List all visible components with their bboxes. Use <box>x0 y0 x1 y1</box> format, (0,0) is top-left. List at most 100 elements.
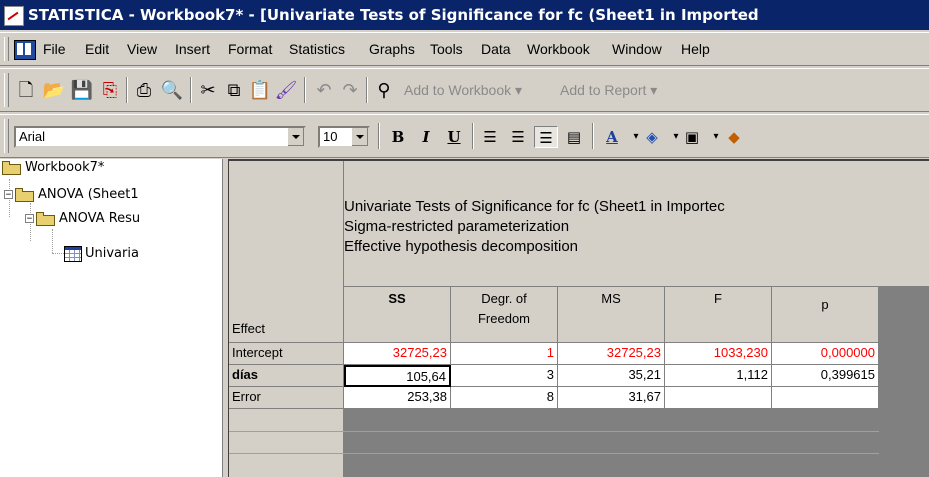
cell-intercept-f[interactable]: 1033,230 <box>665 343 772 365</box>
cell-dias-p[interactable]: 0,399615 <box>772 365 879 387</box>
cell-properties-icon[interactable]: ▤ <box>562 126 586 148</box>
italic-button[interactable]: I <box>414 126 438 148</box>
align-center-icon[interactable]: ☰ <box>506 126 530 148</box>
toolbar-separator <box>304 77 306 103</box>
folder-icon <box>2 160 22 175</box>
menu-data[interactable]: Data <box>481 41 511 57</box>
grid-line <box>344 453 879 454</box>
marking-icon[interactable]: ◆ <box>722 126 746 148</box>
align-left-icon[interactable]: ☰ <box>478 126 502 148</box>
tree-node-label: ANOVA (Sheet1 <box>38 187 139 202</box>
statistica-app-icon[interactable] <box>4 6 24 26</box>
undo-icon[interactable]: ↶ <box>312 78 336 102</box>
sheet-subtitle-parameterization: Sigma-restricted parameterization <box>344 218 570 235</box>
menu-graphs[interactable]: Graphs <box>369 41 415 57</box>
menu-statistics[interactable]: Statistics <box>289 41 345 57</box>
align-right-icon[interactable]: ☰ <box>534 126 558 148</box>
paste-icon[interactable]: 📋 <box>248 78 272 102</box>
row-header-dias[interactable]: días <box>229 365 344 387</box>
row-header-error[interactable]: Error <box>229 387 344 409</box>
font-name-value: Arial <box>19 129 46 144</box>
menu-window[interactable]: Window <box>612 41 662 57</box>
window-title: STATISTICA - Workbook7* - [Univariate Te… <box>28 6 759 24</box>
save-icon[interactable]: 💾 <box>70 78 94 102</box>
empty-cell <box>879 387 929 409</box>
menu-tools[interactable]: Tools <box>430 41 463 57</box>
column-header-p[interactable]: p <box>772 287 879 343</box>
cell-dias-f[interactable]: 1,112 <box>665 365 772 387</box>
column-header-ss[interactable]: SS <box>344 287 451 343</box>
print-preview-icon[interactable]: 🔍 <box>160 78 184 102</box>
print-icon[interactable]: ⎙ <box>132 78 156 102</box>
toolbar-separator <box>592 123 594 149</box>
row-header-intercept[interactable]: Intercept <box>229 343 344 365</box>
bold-button[interactable]: B <box>386 126 410 148</box>
tree-node-workbook[interactable]: Workbook7* <box>2 159 104 177</box>
format-painter-icon[interactable]: 🖌 <box>274 78 298 102</box>
menu-insert[interactable]: Insert <box>175 41 210 57</box>
toolbar-separator <box>366 77 368 103</box>
font-size-value: 10 <box>323 129 338 144</box>
binoculars-find-icon[interactable]: ⚲ <box>372 78 396 102</box>
copy-icon[interactable]: ⧉ <box>222 78 246 102</box>
menubar-grip[interactable] <box>4 37 9 61</box>
menu-edit[interactable]: Edit <box>85 41 109 57</box>
borders-icon[interactable]: ▣ <box>680 126 704 148</box>
cut-icon[interactable]: ✂ <box>196 78 220 102</box>
cell-error-df[interactable]: 8 <box>451 387 558 409</box>
cell-intercept-ss[interactable]: 32725,23 <box>344 343 451 365</box>
cell-error-f[interactable] <box>665 387 772 409</box>
spreadsheet-icon <box>64 245 82 262</box>
format-toolbar: Arial 10 B I U ☰ ☰ ☰ ▤ A ▾ ◈ ▾ ▣ ▾ ◆ <box>0 114 929 158</box>
cell-dias-ms[interactable]: 35,21 <box>558 365 665 387</box>
empty-cell <box>879 343 929 365</box>
menu-workbook[interactable]: Workbook <box>527 41 590 57</box>
grid-line <box>229 431 344 432</box>
format-toolbar-grip[interactable] <box>4 119 9 153</box>
new-file-icon[interactable]: 🗋 <box>14 78 38 102</box>
add-to-report-button[interactable]: Add to Report ▾ <box>560 82 657 99</box>
toolbar-grip[interactable] <box>4 73 9 107</box>
menu-file[interactable]: File <box>43 41 66 57</box>
fill-color-icon[interactable]: ◈ <box>640 126 664 148</box>
toolbar-separator <box>472 123 474 149</box>
tree-node-univariate[interactable]: Univaria <box>64 245 139 263</box>
column-header-f[interactable]: F <box>665 287 772 343</box>
font-name-select[interactable]: Arial <box>14 126 306 148</box>
folder-icon <box>15 187 35 202</box>
font-color-icon[interactable]: A <box>600 126 624 148</box>
column-header-df[interactable]: Degr. of Freedom <box>451 287 558 343</box>
font-size-select[interactable]: 10 <box>318 126 370 148</box>
chevron-down-icon[interactable] <box>287 128 304 146</box>
column-header-effect[interactable]: Effect <box>229 287 344 343</box>
cell-dias-df[interactable]: 3 <box>451 365 558 387</box>
menu-help[interactable]: Help <box>681 41 710 57</box>
toolbar-separator <box>126 77 128 103</box>
workbook-tree: Workbook7* − ANOVA (Sheet1 − ANOVA Resu Un… <box>0 159 222 477</box>
underline-button[interactable]: U <box>442 126 466 148</box>
collapse-icon[interactable]: − <box>25 214 34 224</box>
cell-error-ss[interactable]: 253,38 <box>344 387 451 409</box>
redo-icon[interactable]: ↷ <box>338 78 362 102</box>
cell-intercept-p[interactable]: 0,000000 <box>772 343 879 365</box>
collapse-icon[interactable]: − <box>4 190 13 200</box>
chevron-down-icon[interactable] <box>351 128 368 146</box>
tree-node-label: Workbook7* <box>25 160 105 175</box>
tree-node-anova[interactable]: − ANOVA (Sheet1 <box>4 186 139 204</box>
menu-format[interactable]: Format <box>228 41 272 57</box>
standard-toolbar: 🗋 📂 💾 ⎘ ⎙ 🔍 ✂ ⧉ 📋 🖌 ↶ ↷ ⚲ Add to Workboo… <box>0 68 929 112</box>
menu-view[interactable]: View <box>127 41 157 57</box>
cell-intercept-df[interactable]: 1 <box>451 343 558 365</box>
cell-error-p[interactable] <box>772 387 879 409</box>
cell-intercept-ms[interactable]: 32725,23 <box>558 343 665 365</box>
column-header-ms[interactable]: MS <box>558 287 665 343</box>
tree-node-label: ANOVA Resu <box>59 211 141 226</box>
pdf-export-icon[interactable]: ⎘ <box>98 78 122 102</box>
document-icon[interactable] <box>14 40 36 60</box>
cell-error-ms[interactable]: 31,67 <box>558 387 665 409</box>
open-folder-icon[interactable]: 📂 <box>42 78 66 102</box>
tree-node-label: Univaria <box>85 246 139 261</box>
cell-dias-ss-selected[interactable]: 105,64 <box>344 365 451 387</box>
tree-node-anova-results[interactable]: − ANOVA Resu <box>25 210 140 228</box>
add-to-workbook-button[interactable]: Add to Workbook ▾ <box>404 82 522 99</box>
